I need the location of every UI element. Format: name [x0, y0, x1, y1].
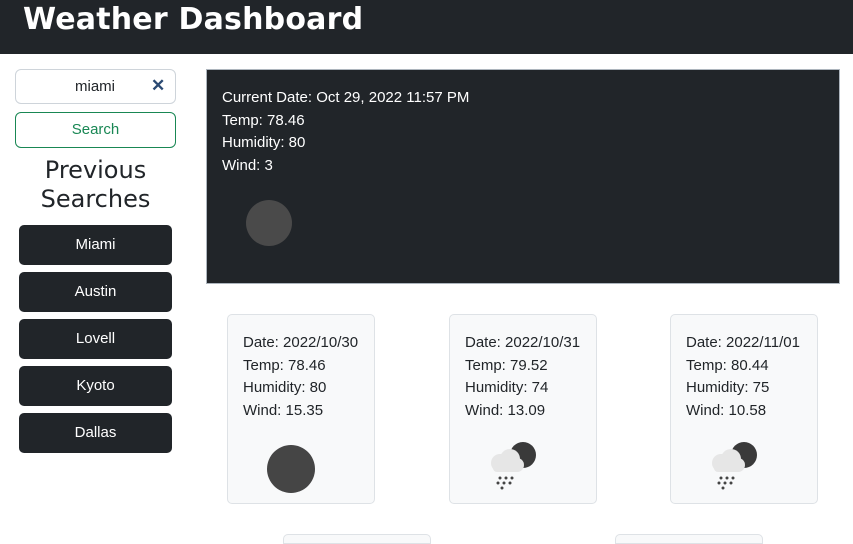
previous-searches-heading-line1: Previous — [44, 156, 147, 184]
forecast-card-3: Date: 2022/11/01 Temp: 80.44 Humidity: 7… — [670, 314, 818, 504]
forecast-date: Date: 2022/10/31 — [465, 334, 581, 351]
current-temp: Temp: 78.46 — [222, 112, 305, 129]
previous-searches-heading-line2: Searches — [40, 185, 151, 213]
forecast-card-5 — [615, 534, 763, 544]
previous-searches-heading: Previous Searches — [15, 156, 176, 214]
history-button-miami[interactable]: Miami — [19, 225, 172, 265]
search-field[interactable]: ✕ — [15, 69, 176, 104]
forecast-date: Date: 2022/11/01 — [686, 334, 800, 351]
search-input[interactable] — [16, 70, 162, 103]
search-button[interactable]: Search — [15, 112, 176, 148]
current-humidity: Humidity: 80 — [222, 134, 306, 151]
forecast-card-2: Date: 2022/10/31 Temp: 79.52 Humidity: 7… — [449, 314, 597, 504]
forecast-wind: Wind: 10.58 — [686, 402, 767, 419]
history-button-lovell[interactable]: Lovell — [19, 319, 172, 359]
current-wind: Wind: 3 — [222, 157, 273, 174]
current-date: Current Date: Oct 29, 2022 11:57 PM — [222, 89, 470, 106]
forecast-wind: Wind: 15.35 — [243, 402, 324, 419]
history-button-kyoto[interactable]: Kyoto — [19, 366, 172, 406]
forecast-humidity: Humidity: 80 — [243, 379, 327, 396]
forecast-humidity: Humidity: 74 — [465, 379, 549, 396]
forecast-temp: Temp: 79.52 — [465, 357, 548, 374]
forecast-humidity: Humidity: 75 — [686, 379, 770, 396]
forecast-temp: Temp: 78.46 — [243, 357, 326, 374]
night-rain-icon — [491, 442, 536, 490]
close-icon[interactable]: ✕ — [151, 77, 165, 95]
forecast-card-4 — [283, 534, 431, 544]
current-weather-panel: Current Date: Oct 29, 2022 11:57 PM Temp… — [206, 69, 840, 284]
history-button-dallas[interactable]: Dallas — [19, 413, 172, 453]
history-button-austin[interactable]: Austin — [19, 272, 172, 312]
app-header: Weather Dashboard — [0, 0, 853, 54]
night-clear-icon — [246, 200, 292, 246]
night-rain-icon — [712, 442, 757, 490]
forecast-date: Date: 2022/10/30 — [243, 334, 359, 351]
forecast-temp: Temp: 80.44 — [686, 357, 769, 374]
page-title: Weather Dashboard — [23, 2, 364, 37]
forecast-card-1: Date: 2022/10/30 Temp: 78.46 Humidity: 8… — [227, 314, 375, 504]
night-clear-icon — [267, 445, 315, 493]
forecast-wind: Wind: 13.09 — [465, 402, 546, 419]
